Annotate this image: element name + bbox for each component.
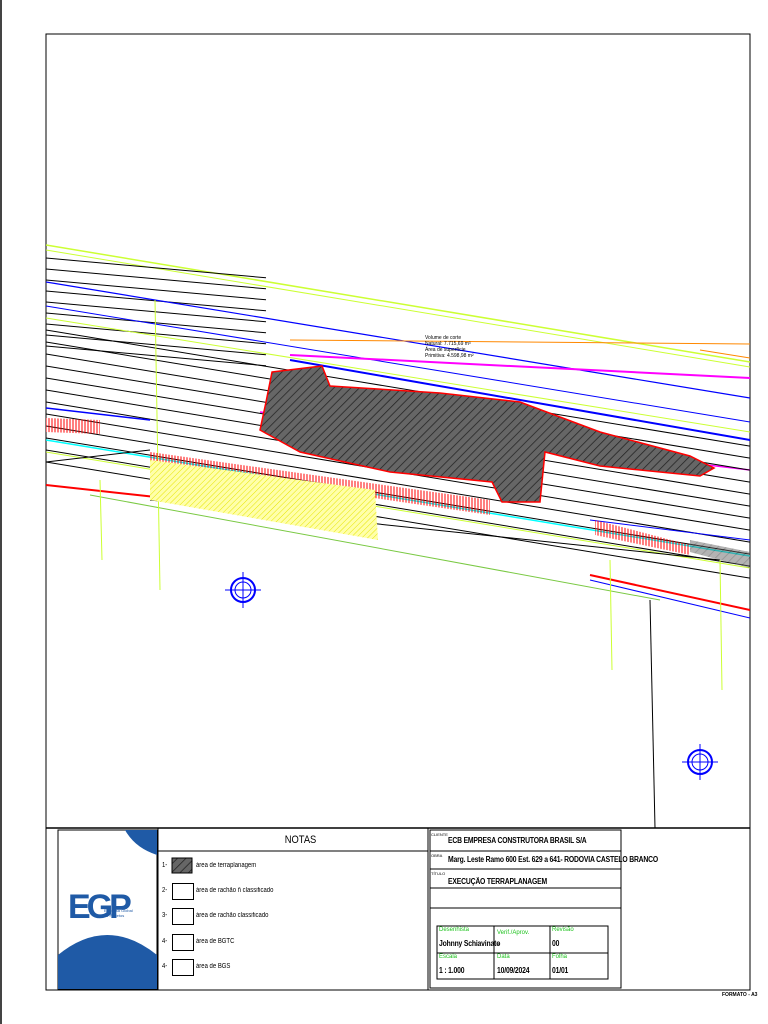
escala-label: Escala: [439, 954, 458, 960]
desenhista-label: Desenhista: [439, 927, 470, 933]
titulo-value: EXECUÇÃO TERRAPLANAGEM: [448, 877, 548, 886]
north-compass-icon: [225, 572, 261, 608]
station-line: [719, 559, 723, 691]
note-number: 1-: [162, 862, 168, 869]
legend-swatch-empty: [172, 908, 194, 925]
red-slope-band-left: [46, 418, 100, 434]
cad-drawing-sheet: EGP: [0, 0, 751, 1024]
alignment-line: [46, 407, 151, 421]
red-line: [589, 574, 750, 611]
folha-value: 01/01: [552, 966, 569, 975]
red-line: [46, 484, 166, 499]
alignment-line: [46, 290, 267, 312]
annotation-line: Primitiva: 4.598,98 m²: [425, 353, 474, 359]
data-value: 10/09/2024: [497, 966, 530, 975]
orange-line: [699, 349, 750, 359]
red-slope-band-right: [595, 520, 690, 555]
cliente-value: ECB EMPRESA CONSTRUTORA BRASIL S/A: [448, 836, 587, 845]
svg-text:EGP: EGP: [68, 888, 131, 926]
titulo-label: TÍTULO: [431, 871, 446, 876]
revisao-value: 00: [552, 939, 560, 948]
legend-swatch-empty: [172, 934, 194, 951]
alignment-line: [46, 279, 267, 301]
logo-subtitle: Empresa Global de Projetos: [104, 908, 133, 918]
station-line: [609, 559, 613, 671]
sheet-format: FORMATO - A3: [722, 992, 758, 998]
note-text: área de terraplanagem: [196, 862, 257, 869]
legend-swatch-empty: [172, 883, 194, 900]
note-text: área de rachão classificado: [196, 912, 269, 919]
property-line: [649, 599, 656, 828]
cliente-label: CLIENTE: [431, 832, 448, 837]
revisao-label: Revisão: [552, 927, 574, 933]
note-text: área de BGS: [196, 963, 231, 970]
note-number: 4-: [162, 938, 168, 945]
obra-value: Marg. Leste Ramo 600 Est. 629 a 641- ROD…: [448, 855, 659, 864]
note-number: 2-: [162, 887, 168, 894]
legend-swatch-hatched: [171, 857, 193, 874]
note-number: 4-: [162, 963, 168, 970]
data-label: Data: [497, 954, 510, 960]
notes-title: NOTAS: [284, 834, 317, 846]
north-compass-icon: [682, 744, 718, 780]
note-text: área de BGTC: [196, 938, 235, 945]
obra-label: OBRA: [431, 853, 443, 858]
magenta-line: [289, 354, 750, 379]
volume-annotation: Volume de corte Natural: 7.715,69 m³ Áre…: [425, 335, 474, 359]
legend-swatch-empty: [172, 959, 194, 976]
blue-line: [46, 281, 750, 399]
alignment-line: [46, 257, 267, 279]
verif-value: -: [497, 939, 500, 948]
note-text: área de rachão ñ classificado: [196, 887, 274, 894]
folha-label: Folha: [552, 954, 568, 960]
alignment-line: [289, 339, 750, 345]
desenhista-value: Johnny Schiavinato: [439, 939, 501, 948]
note-number: 3-: [162, 912, 168, 919]
blue-line: [589, 579, 750, 619]
alignment-line: [46, 268, 267, 290]
escala-value: 1 : 1.000: [439, 966, 465, 975]
verif-label: Verif./Aprov.: [497, 930, 530, 936]
